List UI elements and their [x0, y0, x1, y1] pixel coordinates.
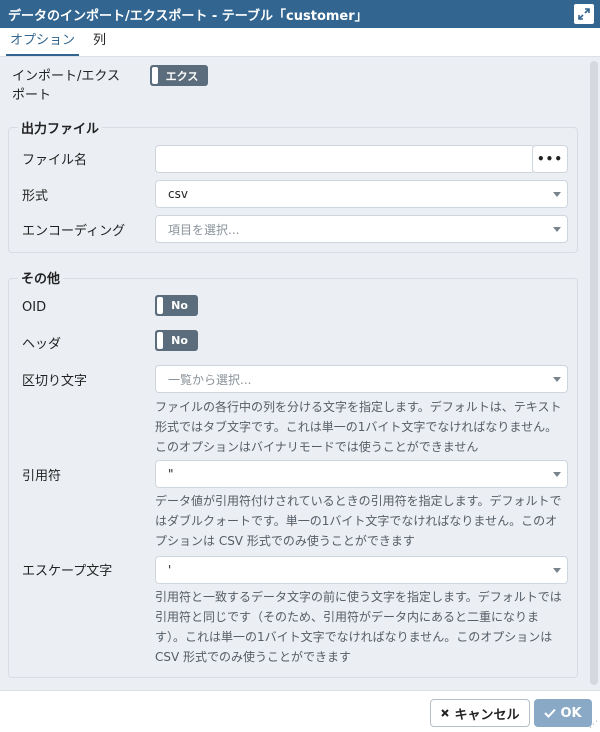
maximize-icon [578, 8, 590, 20]
quote-label: 引用符 [22, 469, 62, 484]
resize-grip-icon[interactable]: ⋰ [589, 720, 598, 730]
delimiter-select[interactable]: 一覧から選択... [155, 365, 568, 393]
format-label: 形式 [22, 189, 49, 204]
close-icon [441, 709, 450, 717]
dialog-content: インポート/エクスポート エクス 出力ファイル ファイル名 ••• 形式 csv… [0, 57, 600, 690]
browse-button[interactable]: ••• [532, 145, 568, 173]
format-select[interactable]: csv [155, 180, 568, 208]
chevron-down-icon [553, 192, 561, 197]
dialog-titlebar: データのインポート/エクスポート - テーブル「customer」 [0, 0, 600, 28]
output-file-legend: 出力ファイル [18, 118, 103, 137]
encoding-select[interactable]: 項目を選択... [155, 215, 568, 243]
tab-options[interactable]: オプション [6, 29, 80, 56]
delimiter-help: ファイルの各行中の列を分ける文字を指定します。デフォルトは、テキスト形式ではタブ… [155, 400, 562, 454]
oid-toggle[interactable]: No [155, 295, 198, 316]
chevron-down-icon [553, 568, 561, 573]
filename-label: ファイル名 [22, 153, 88, 168]
chevron-down-icon [553, 227, 561, 232]
header-label: ヘッダ [22, 337, 62, 352]
encoding-label: エンコーディング [22, 224, 126, 239]
chevron-down-icon [553, 472, 561, 477]
import-export-label: インポート/エクスポート [12, 69, 120, 103]
escape-select[interactable]: ' [155, 556, 568, 584]
maximize-button[interactable] [574, 4, 594, 24]
tab-bar: オプション 列 [0, 28, 600, 57]
escape-label: エスケープ文字 [22, 564, 113, 579]
misc-legend: その他 [18, 268, 64, 287]
dialog-footer: キャンセル OK ⋰ [0, 690, 600, 732]
import-export-toggle[interactable]: エクス [150, 65, 208, 86]
filename-input[interactable] [155, 145, 535, 173]
quote-help: データ値が引用符付けされているときの引用符を指定します。デフォルトではダブルクォ… [155, 494, 562, 548]
cancel-button[interactable]: キャンセル [430, 699, 530, 727]
dialog-title: データのインポート/エクスポート - テーブル「customer」 [8, 8, 368, 24]
oid-label: OID [22, 300, 47, 315]
header-toggle[interactable]: No [155, 330, 198, 351]
ok-button[interactable]: OK [534, 699, 592, 727]
escape-help: 引用符と一致するデータ文字の前に使う文字を指定します。デフォルトでは引用符と同じ… [155, 590, 562, 664]
scrollbar[interactable] [590, 61, 598, 685]
chevron-down-icon [553, 377, 561, 382]
delimiter-label: 区切り文字 [22, 374, 88, 389]
tab-columns[interactable]: 列 [89, 29, 110, 56]
quote-select[interactable]: " [155, 460, 568, 488]
check-icon [544, 708, 557, 718]
